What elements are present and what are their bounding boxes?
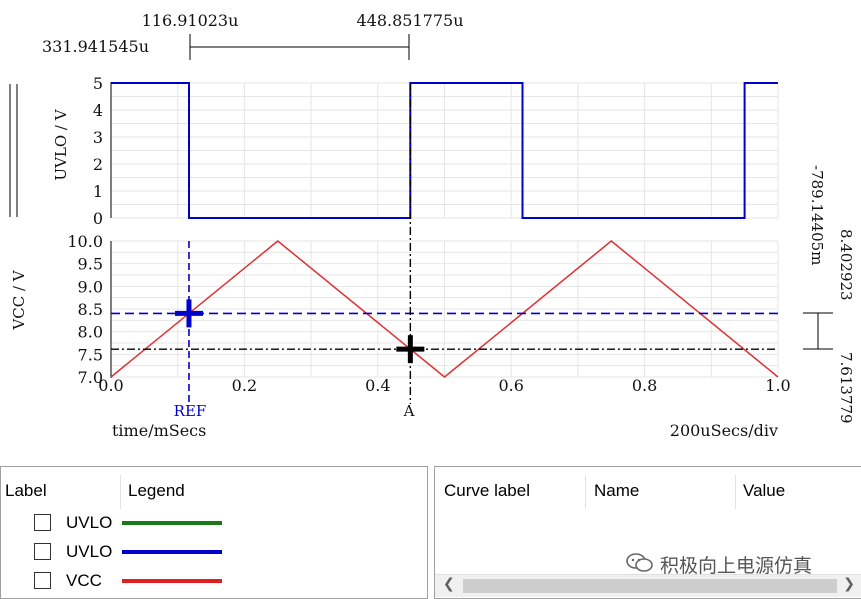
vcc-y-tick: 9.5 bbox=[78, 255, 103, 274]
legend-row-label: UVLO bbox=[66, 513, 113, 532]
uvlo-y-tick: 3 bbox=[93, 128, 103, 147]
chevron-left-icon[interactable]: ❮ bbox=[443, 576, 455, 592]
legend-swatch bbox=[122, 579, 222, 583]
uvlo-axis-label: UVLO / V bbox=[52, 108, 70, 180]
uvlo-y-tick: 5 bbox=[93, 74, 103, 93]
ref-value-label: 8.402923 bbox=[837, 229, 855, 301]
vcc-grid bbox=[111, 240, 779, 378]
uvlo-y-tick: 4 bbox=[93, 101, 103, 120]
uvlo-y-tick: 1 bbox=[93, 182, 103, 201]
a-time-label: 448.851775u bbox=[356, 11, 463, 30]
legend-row-label: VCC bbox=[66, 571, 102, 590]
uvlo-grid bbox=[111, 82, 779, 219]
delta-time-label: 331.941545u bbox=[42, 37, 149, 56]
legend-header-legend[interactable]: Legend bbox=[128, 481, 185, 501]
x-scale-label: 200uSecs/div bbox=[670, 421, 778, 440]
wechat-icon bbox=[626, 553, 653, 572]
x-tick: 0.2 bbox=[232, 376, 257, 395]
ref-cursor-label: REF bbox=[174, 402, 207, 420]
legend-checkbox[interactable] bbox=[34, 514, 51, 531]
vcc-y-tick: 8.5 bbox=[78, 300, 103, 319]
legend-checkbox[interactable] bbox=[34, 572, 51, 589]
values-header-value[interactable]: Value bbox=[743, 481, 785, 501]
uvlo-y-tick: 0 bbox=[93, 209, 103, 228]
x-tick: 0.0 bbox=[98, 376, 123, 395]
vcc-y-tick: 7.5 bbox=[78, 345, 103, 364]
a-cursor-label: A bbox=[403, 402, 415, 420]
x-tick: 1.0 bbox=[765, 376, 790, 395]
scrollbar-thumb[interactable] bbox=[463, 579, 837, 593]
legend-row-label: UVLO bbox=[66, 542, 113, 561]
legend-panel: Label Legend UVLO UVLO VCC bbox=[0, 466, 428, 599]
legend-header-label[interactable]: Label bbox=[5, 481, 47, 501]
a-value-label: 7.613779 bbox=[837, 352, 855, 424]
x-tick: 0.4 bbox=[365, 376, 390, 395]
x-tick: 0.6 bbox=[498, 376, 523, 395]
delta-value-label: -789.14405m bbox=[808, 165, 826, 265]
watermark-text: 积极向上电源仿真 bbox=[660, 555, 813, 577]
values-header-name[interactable]: Name bbox=[594, 481, 639, 501]
chevron-right-icon[interactable]: ❯ bbox=[843, 576, 855, 592]
x-tick: 0.8 bbox=[632, 376, 657, 395]
values-panel: Curve label Name Value ❮ ❯ bbox=[434, 466, 861, 599]
vcc-y-tick: 10.0 bbox=[67, 232, 103, 251]
legend-checkbox[interactable] bbox=[34, 543, 51, 560]
legend-swatch bbox=[122, 550, 222, 554]
waveform-plot: 543210 10.09.59.08.58.07.57.0 0.0 0.2 0.4 0… bbox=[9, 11, 855, 440]
vcc-y-tick: 8.0 bbox=[78, 323, 103, 342]
uvlo-y-tick: 2 bbox=[93, 155, 103, 174]
x-axis-label: time/mSecs bbox=[112, 421, 206, 440]
vcc-y-tick: 9.0 bbox=[78, 277, 103, 296]
ref-time-label: 116.91023u bbox=[142, 11, 239, 30]
legend-swatch bbox=[122, 521, 222, 525]
values-header-curve-label[interactable]: Curve label bbox=[444, 481, 530, 501]
vcc-axis-label: VCC / V bbox=[10, 269, 28, 330]
